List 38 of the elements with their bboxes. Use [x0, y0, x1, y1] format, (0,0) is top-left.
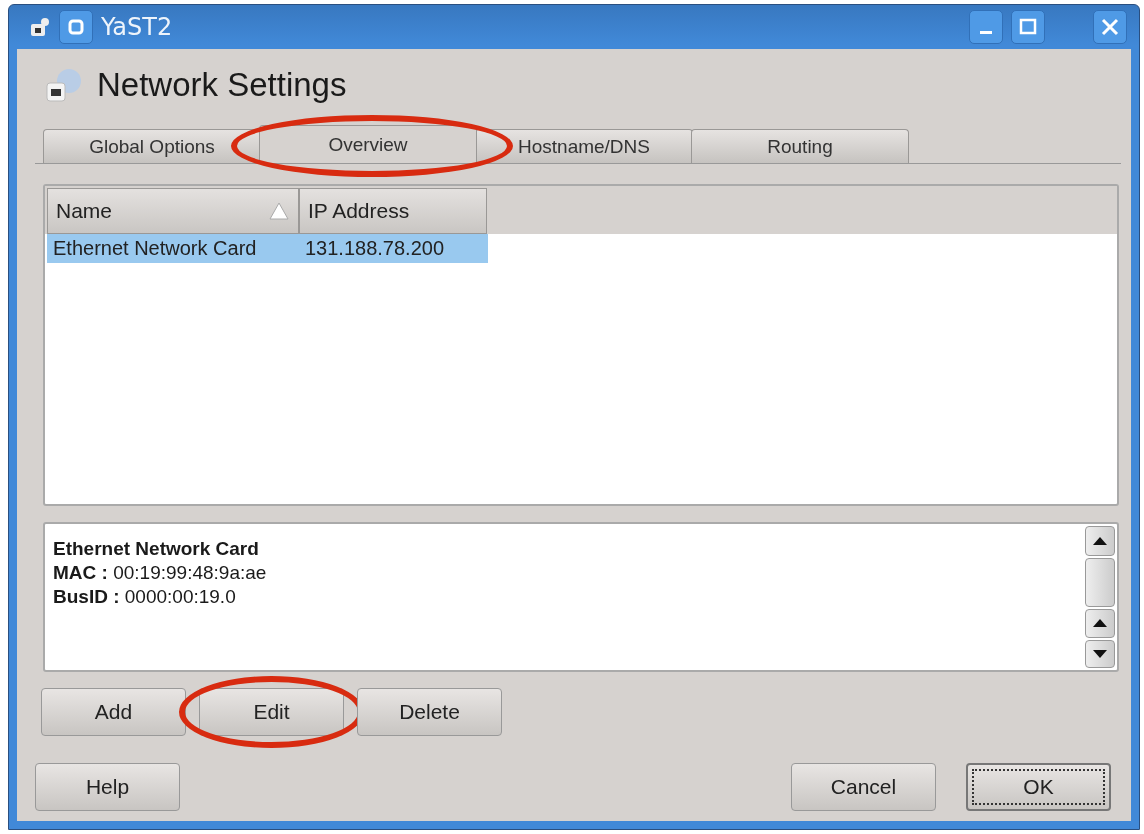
minimize-button[interactable] — [969, 10, 1003, 44]
details-line: BusID : 0000:00:19.0 — [53, 586, 237, 608]
tab[interactable]: Overview — [259, 125, 477, 163]
page-heading: Network Settings — [97, 66, 347, 104]
tab[interactable]: Routing — [691, 129, 909, 163]
column-header[interactable]: IP Address — [299, 188, 487, 234]
window-title: YaST2 — [101, 13, 174, 41]
action-button[interactable]: Add — [41, 688, 186, 736]
scroll-up-button[interactable] — [1085, 526, 1115, 557]
dialog-button[interactable]: Cancel — [791, 763, 936, 811]
table-cell-text: Ethernet Network Card — [52, 236, 258, 261]
column-label: IP Address — [308, 199, 410, 223]
table-cell-text: 131.188.78.200 — [304, 236, 446, 261]
help-button[interactable]: Help — [35, 763, 180, 811]
close-button[interactable] — [1093, 10, 1127, 44]
tab[interactable]: Hostname/DNS — [475, 129, 693, 163]
column-header[interactable]: Name — [47, 188, 299, 234]
close-icon — [1100, 17, 1120, 37]
up-arrow-icon — [1093, 537, 1107, 546]
tab[interactable]: Global Options — [43, 129, 261, 163]
details-title: Ethernet Network Card — [53, 538, 260, 560]
up-arrow-icon — [1093, 619, 1107, 628]
table-row[interactable]: Ethernet Network Card 131.188.78.200 — [47, 234, 488, 263]
action-button[interactable]: Edit — [199, 688, 344, 736]
column-label: Name — [56, 199, 113, 223]
maximize-icon — [1018, 17, 1038, 37]
minimize-icon — [980, 30, 992, 34]
scroll-down-button[interactable] — [1085, 639, 1115, 668]
maximize-button[interactable] — [1011, 10, 1045, 44]
dialog-button[interactable]: OK — [966, 763, 1111, 811]
square-icon — [66, 17, 86, 37]
scroll-up-button[interactable] — [1085, 609, 1115, 638]
details-line: MAC : 00:19:99:48:9a:ae — [53, 562, 268, 584]
scroll-thumb[interactable] — [1085, 558, 1115, 608]
plug-icon — [29, 16, 51, 38]
window-menu-button[interactable] — [59, 10, 93, 44]
down-arrow-icon — [1093, 649, 1107, 658]
action-button[interactable]: Delete — [357, 688, 502, 736]
